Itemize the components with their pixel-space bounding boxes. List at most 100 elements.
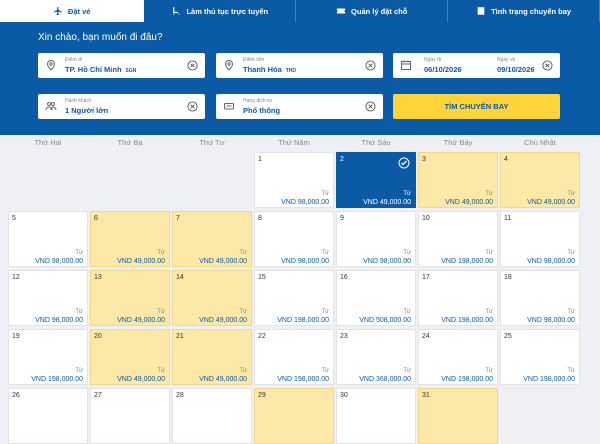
day-number: 9 (340, 215, 344, 222)
cabin-class-field[interactable]: Hạng dịch vụ Phổ thông (216, 94, 383, 119)
clear-icon[interactable] (365, 60, 376, 71)
passengers-label: Hành khách (65, 98, 92, 104)
dates-field[interactable]: Ngày đi 06/10/2026 Ngày về 09/10/2026 (393, 53, 560, 78)
calendar-day-cell[interactable]: 13 Từ VND 49,000.00 (90, 270, 170, 326)
currency: VND (441, 258, 456, 265)
status-icon (477, 7, 485, 15)
day-number: 31 (422, 392, 430, 399)
clear-icon[interactable] (542, 60, 553, 71)
fare-price: VND 49,000.00 (363, 199, 411, 206)
day-number: 25 (504, 333, 512, 340)
tab-checkin[interactable]: Làm thủ tục trực tuyến (144, 0, 297, 22)
currency: VND (527, 199, 542, 206)
fare-price: VND 98,000.00 (527, 258, 575, 265)
fare-price: VND 198,000.00 (523, 376, 575, 383)
destination-label: Điểm đến (243, 57, 265, 63)
calendar-day-cell[interactable]: 7 Từ VND 49,000.00 (172, 211, 252, 267)
clear-icon[interactable] (365, 101, 376, 112)
price-value: 49,000.00 (133, 317, 165, 324)
day-number: 29 (258, 392, 266, 399)
clear-icon[interactable] (187, 101, 198, 112)
fare-price: VND 49,000.00 (117, 376, 165, 383)
cabin-class-value: Phổ thông (243, 106, 281, 115)
day-number: 8 (258, 215, 262, 222)
currency: VND (199, 258, 214, 265)
currency: VND (277, 317, 292, 324)
from-label: Từ (485, 368, 493, 374)
fare-price: VND 368,000.00 (359, 376, 411, 383)
depart-value: 06/10/2026 (424, 65, 462, 74)
from-label: Từ (75, 368, 83, 374)
fare-price: VND 198,000.00 (277, 317, 329, 324)
price-value: 98,000.00 (543, 258, 575, 265)
fare-price: VND 98,000.00 (281, 258, 329, 265)
currency: VND (441, 317, 456, 324)
calendar-day-cell[interactable]: 25 Từ VND 198,000.00 (500, 329, 580, 385)
tab-label: Đặt vé (67, 6, 91, 16)
price-value: 198,000.00 (457, 317, 493, 324)
day-number: 28 (176, 392, 184, 399)
destination-field[interactable]: Điểm đến Thanh Hóa THD (216, 53, 383, 78)
from-label: Từ (157, 250, 165, 256)
origin-field[interactable]: Điểm đi TP. Hồ Chí Minh SGN (38, 53, 205, 78)
calendar-day-cell[interactable]: 9 Từ VND 98,000.00 (336, 211, 416, 267)
calendar-day-cell[interactable]: 10 Từ VND 198,000.00 (418, 211, 498, 267)
calendar-day-cell[interactable]: 17 Từ VND 198,000.00 (418, 270, 498, 326)
day-number: 19 (12, 333, 20, 340)
price-value: 98,000.00 (379, 258, 411, 265)
currency: VND (359, 376, 374, 383)
calendar-day-cell[interactable]: 4 Từ VND 49,000.00 (500, 152, 580, 208)
from-label: Từ (403, 250, 411, 256)
calendar-day-cell[interactable]: 11 Từ VND 98,000.00 (500, 211, 580, 267)
day-number: 30 (340, 392, 348, 399)
seat-class-icon (224, 103, 234, 110)
weekday-label: Thứ Sáu (361, 138, 391, 147)
day-number: 16 (340, 274, 348, 281)
tab-book[interactable]: Đặt vé (0, 0, 145, 22)
calendar-day-cell[interactable]: 3 Từ VND 49,000.00 (418, 152, 498, 208)
from-label: Từ (485, 309, 493, 315)
calendar-day-cell[interactable]: 5 Từ VND 98,000.00 (8, 211, 88, 267)
price-value: 49,000.00 (133, 258, 165, 265)
passengers-field[interactable]: Hành khách 1 Người lớn (38, 94, 205, 119)
calendar-day-cell[interactable]: 15 Từ VND 198,000.00 (254, 270, 334, 326)
day-number: 3 (422, 156, 426, 163)
calendar-day-cell[interactable]: 1 Từ VND 98,000.00 (254, 152, 334, 208)
calendar-day-cell[interactable]: 2 Từ VND 49,000.00 (336, 152, 416, 208)
calendar-day-cell[interactable]: 14 Từ VND 49,000.00 (172, 270, 252, 326)
calendar-day-cell[interactable]: 24 Từ VND 198,000.00 (418, 329, 498, 385)
calendar-day-cell[interactable]: 19 Từ VND 198,000.00 (8, 329, 88, 385)
calendar-day-cell[interactable]: 12 Từ VND 98,000.00 (8, 270, 88, 326)
day-number: 22 (258, 333, 266, 340)
calendar-day-cell[interactable]: 6 Từ VND 49,000.00 (90, 211, 170, 267)
clear-icon[interactable] (187, 60, 198, 71)
calendar-day-cell[interactable]: 16 Từ VND 508,000.00 (336, 270, 416, 326)
return-label: Ngày về (497, 57, 516, 63)
calendar-day-cell[interactable]: 22 Từ VND 198,000.00 (254, 329, 334, 385)
tab-label: Tình trạng chuyến bay (491, 6, 572, 16)
plane-icon (53, 6, 62, 16)
calendar-day-cell[interactable]: 26 (8, 388, 88, 444)
passengers-value: 1 Người lớn (65, 106, 109, 115)
calendar-day-cell[interactable]: 27 (90, 388, 170, 444)
fare-price: VND 98,000.00 (35, 258, 83, 265)
price-value: 98,000.00 (51, 258, 83, 265)
search-flights-button[interactable]: TÌM CHUYẾN BAY (393, 94, 560, 119)
currency: VND (441, 376, 456, 383)
calendar-day-cell[interactable]: 18 Từ VND 98,000.00 (500, 270, 580, 326)
calendar-day-cell[interactable]: 30 (336, 388, 416, 444)
calendar-day-cell[interactable]: 23 Từ VND 368,000.00 (336, 329, 416, 385)
price-value: 198,000.00 (293, 317, 329, 324)
calendar-day-cell[interactable]: 8 Từ VND 98,000.00 (254, 211, 334, 267)
tab-manage-booking[interactable]: Quản lý đặt chỗ (296, 0, 449, 22)
from-label: Từ (239, 368, 247, 374)
calendar-day-cell[interactable]: 31 (418, 388, 498, 444)
price-value: 49,000.00 (215, 317, 247, 324)
calendar-day-cell[interactable]: 29 (254, 388, 334, 444)
calendar-day-cell[interactable]: 28 (172, 388, 252, 444)
calendar-day-cell[interactable]: 21 Từ VND 49,000.00 (172, 329, 252, 385)
from-label: Từ (403, 191, 411, 197)
from-label: Từ (75, 250, 83, 256)
calendar-day-cell[interactable]: 20 Từ VND 49,000.00 (90, 329, 170, 385)
tab-flight-status[interactable]: Tình trạng chuyến bay (448, 0, 600, 22)
